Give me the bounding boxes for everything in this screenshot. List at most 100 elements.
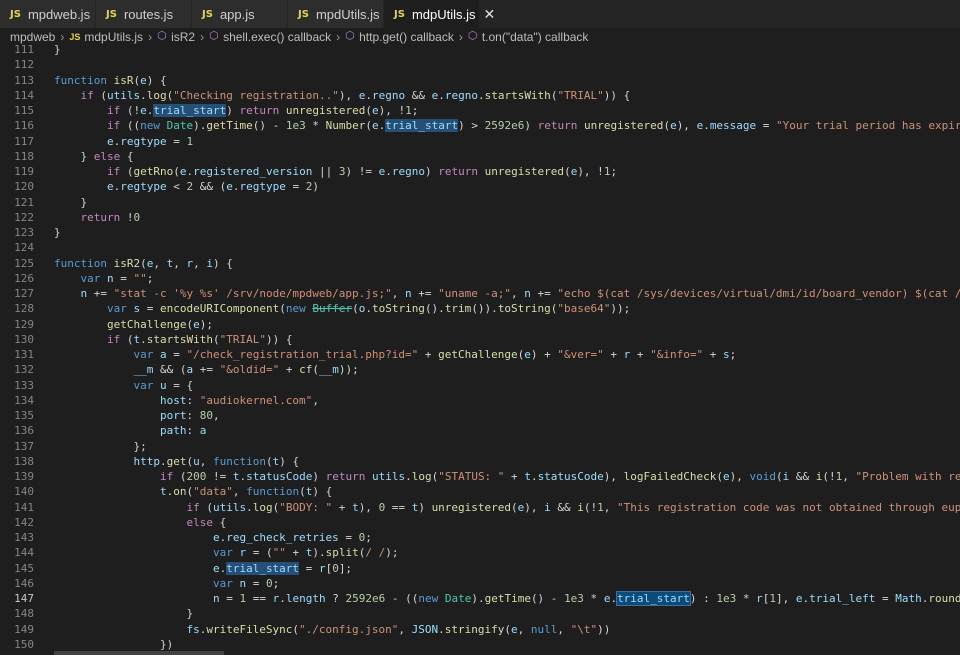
- code-text: t.on("data", function(t) {: [159, 485, 333, 499]
- code-line[interactable]: 144 var r = ("" + t).split(/ /);: [0, 545, 960, 560]
- breadcrumb-item[interactable]: ⬡ shell.exec() callback: [209, 30, 331, 44]
- line-number: 120: [14, 180, 34, 194]
- code-text: function isR(e) {: [54, 73, 167, 87]
- line-number: 137: [14, 439, 34, 453]
- code-line[interactable]: 133 var u = {: [0, 378, 960, 393]
- code-line[interactable]: 141 if (utils.log("BODY: " + t), 0 == t)…: [0, 500, 960, 515]
- tab-label: mpdUtils.js: [315, 6, 380, 22]
- code-line[interactable]: 111}: [0, 45, 960, 57]
- line-number: 133: [14, 378, 34, 392]
- line-number: 150: [14, 637, 34, 651]
- code-text: var u = {: [133, 378, 194, 392]
- code-line[interactable]: 140 t.on("data", function(t) {: [0, 484, 960, 499]
- code-line[interactable]: 139 if (200 != t.statusCode) return util…: [0, 469, 960, 484]
- line-number: 147: [14, 592, 34, 605]
- code-text: function isR2(e, t, r, i) {: [54, 256, 233, 270]
- code-text: } else {: [54, 149, 134, 163]
- line-number: 141: [14, 500, 34, 514]
- code-line[interactable]: 145 e.trial_start = r[0];: [0, 561, 960, 576]
- code-line[interactable]: 120 e.regtype < 2 && (e.regtype = 2): [0, 179, 960, 194]
- code-line[interactable]: 132 __m && (a += "&oldid=" + cf(__m));: [0, 362, 960, 377]
- tab-mdputils-js[interactable]: JS mdpUtils.js ✕: [384, 0, 495, 28]
- code-line[interactable]: 116 if ((new Date).getTime() - 1e3 * Num…: [0, 118, 960, 133]
- code-line[interactable]: 146 var n = 0;: [0, 576, 960, 591]
- line-number: 112: [14, 58, 34, 72]
- breadcrumb-item[interactable]: ⬡ t.on("data") callback: [468, 30, 589, 44]
- breadcrumb-item[interactable]: JS mdpUtils.js: [69, 30, 143, 44]
- code-text: e.reg_check_retries = 0;: [212, 531, 372, 544]
- code-text: var r = ("" + t).split(/ /);: [212, 546, 399, 560]
- line-number: 124: [14, 241, 34, 255]
- code-editor[interactable]: 111} 112 113 function isR(e) {114 if (utils…: [0, 45, 960, 655]
- tab-app-js[interactable]: JS app.js: [192, 0, 288, 28]
- code-line[interactable]: 122 return !0: [0, 210, 960, 225]
- code-text: getChallenge(e);: [106, 317, 213, 331]
- code-line[interactable]: 142 else {: [0, 515, 960, 530]
- code-line[interactable]: 127 n += "stat -c '%y %s' /srv/node/mpdw…: [0, 286, 960, 301]
- code-text: path: a: [159, 424, 207, 438]
- tab-mpdweb-js[interactable]: JS mpdweb.js: [0, 0, 96, 28]
- code-line[interactable]: 137 };: [0, 439, 960, 454]
- line-number: 125: [14, 256, 34, 270]
- code-text: if (!e.trial_start) return unregistered(…: [106, 104, 419, 117]
- code-line[interactable]: 138 http.get(u, function(t) {: [0, 454, 960, 469]
- code-line[interactable]: 123}: [0, 225, 960, 240]
- line-number: 128: [14, 302, 34, 316]
- code-text: var n = "";: [80, 271, 154, 285]
- code-text: if (utils.log("BODY: " + t), 0 == t) unr…: [186, 500, 960, 514]
- code-line[interactable]: 135 port: 80,: [0, 408, 960, 423]
- code-text: n = 1 == r.length ? 2592e6 - ((new Date)…: [212, 591, 960, 606]
- code-line[interactable]: 136 path: a: [0, 423, 960, 438]
- code-text: if ((new Date).getTime() - 1e3 * Number(…: [106, 119, 960, 133]
- code-line[interactable]: 128 var s = encodeURIComponent(new Buffe…: [0, 301, 960, 316]
- code-line[interactable]: 124: [0, 240, 960, 255]
- breadcrumb-item[interactable]: ⬡ isR2: [157, 30, 195, 44]
- code-line[interactable]: 112: [0, 57, 960, 72]
- symbol-method-icon: ⬡: [345, 30, 355, 42]
- code-line[interactable]: 113 function isR(e) {: [0, 73, 960, 88]
- breadcrumb-item[interactable]: ⬡ http.get() callback: [345, 30, 454, 44]
- close-icon[interactable]: ✕: [484, 6, 496, 23]
- code-line[interactable]: 114 if (utils.log("Checking registration…: [0, 88, 960, 103]
- code-line[interactable]: 126 var n = "";: [0, 271, 960, 286]
- line-number: 132: [14, 363, 34, 377]
- line-number: 117: [14, 134, 34, 148]
- code-line[interactable]: 130 if (t.startsWith("TRIAL")) {: [0, 332, 960, 347]
- code-line[interactable]: 150 }): [0, 637, 960, 652]
- line-number: 119: [14, 165, 34, 178]
- js-file-icon: JS: [202, 8, 213, 20]
- line-number: 115: [14, 104, 34, 117]
- tab-mpdutils-js[interactable]: JS mpdUtils.js: [288, 0, 384, 28]
- code-line[interactable]: 129 getChallenge(e);: [0, 317, 960, 332]
- code-text: if (utils.log("Checking registration..")…: [80, 88, 631, 102]
- chevron-right-icon: ›: [148, 29, 153, 44]
- horizontal-scrollbar[interactable]: [54, 651, 224, 655]
- code-text: }: [54, 607, 194, 621]
- code-line[interactable]: 118 } else {: [0, 149, 960, 164]
- js-file-icon: JS: [298, 8, 309, 20]
- line-number: 148: [14, 607, 34, 621]
- code-line[interactable]: 148 }: [0, 606, 960, 621]
- code-line[interactable]: 121 }: [0, 195, 960, 210]
- code-line[interactable]: 125 function isR2(e, t, r, i) {: [0, 256, 960, 271]
- code-line[interactable]: 149 fs.writeFileSync("./config.json", JS…: [0, 622, 960, 637]
- tab-label: routes.js: [123, 6, 174, 22]
- code-line[interactable]: 134 host: "audiokernel.com",: [0, 393, 960, 408]
- code-text: fs.writeFileSync("./config.json", JSON.s…: [186, 622, 611, 636]
- tab-label: mpdweb.js: [27, 6, 91, 22]
- js-file-icon: JS: [69, 31, 81, 42]
- code-line[interactable]: 117 e.regtype = 1: [0, 134, 960, 149]
- code-text: }: [54, 45, 61, 56]
- code-line[interactable]: 119 if (getRno(e.registered_version || 3…: [0, 164, 960, 179]
- code-line[interactable]: 131 var a = "/check_registration_trial.p…: [0, 347, 960, 362]
- tab-routes-js[interactable]: JS routes.js: [96, 0, 192, 28]
- breadcrumb-item[interactable]: mpdweb: [10, 30, 55, 44]
- code-line[interactable]: 147 n = 1 == r.length ? 2592e6 - ((new D…: [0, 591, 960, 606]
- code-line[interactable]: 115 if (!e.trial_start) return unregiste…: [0, 103, 960, 118]
- line-number: 118: [14, 149, 34, 163]
- code-text: var s = encodeURIComponent(new Buffer(o.…: [106, 302, 631, 316]
- symbol-method-icon: ⬡: [157, 30, 167, 42]
- code-text: var n = 0;: [212, 576, 280, 590]
- breadcrumb-label: mpdweb: [10, 29, 56, 44]
- code-line[interactable]: 143 e.reg_check_retries = 0;: [0, 530, 960, 545]
